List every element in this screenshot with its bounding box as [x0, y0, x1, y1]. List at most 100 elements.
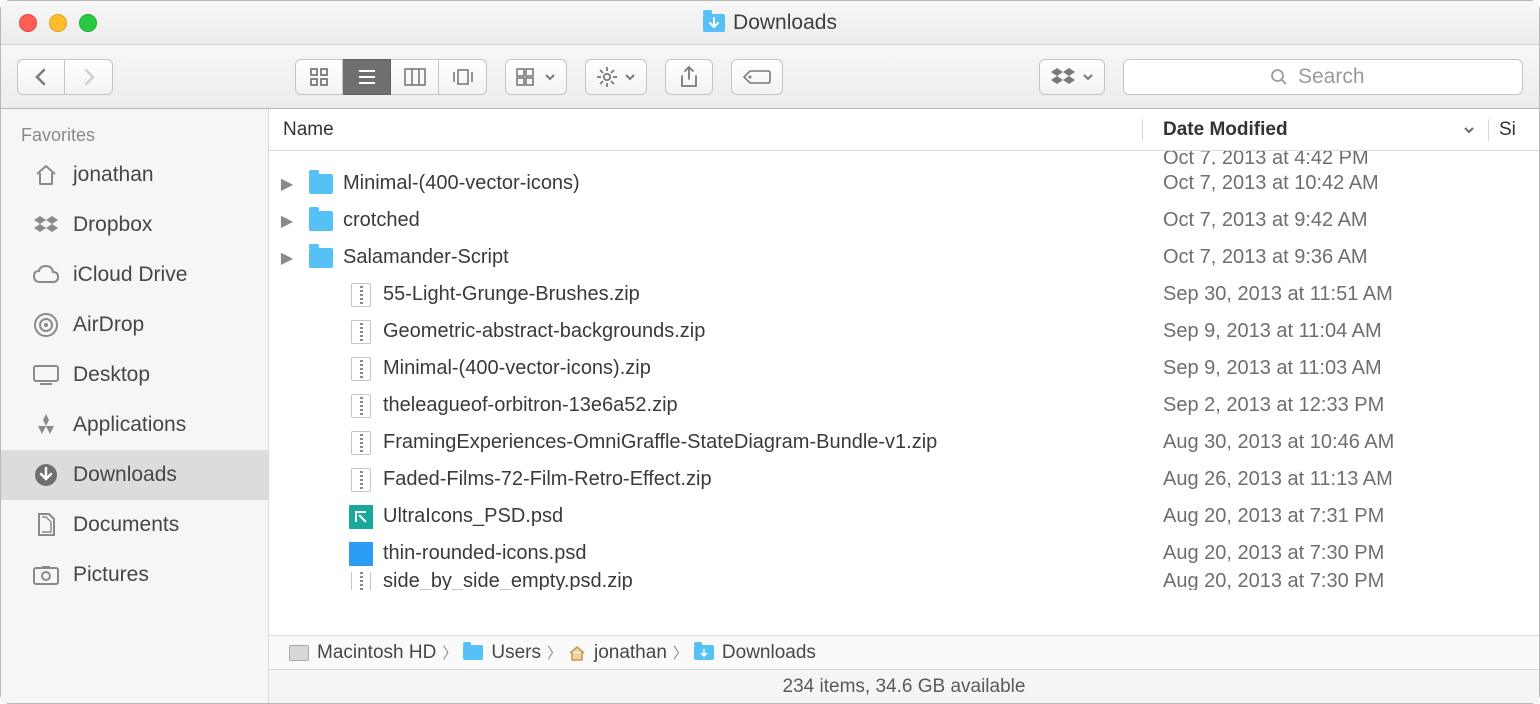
- window-title-text: Downloads: [733, 11, 837, 35]
- path-segment-label: Downloads: [722, 642, 816, 664]
- column-header-name[interactable]: Name: [269, 119, 1143, 141]
- sidebar-item-icloud-drive[interactable]: iCloud Drive: [1, 250, 268, 300]
- search-field[interactable]: [1123, 59, 1523, 95]
- sidebar-item-airdrop[interactable]: AirDrop: [1, 300, 268, 350]
- minimize-window-button[interactable]: [49, 14, 67, 32]
- apps-icon: [31, 410, 61, 440]
- window-title: Downloads: [703, 11, 837, 35]
- fullscreen-window-button[interactable]: [79, 14, 97, 32]
- share-button[interactable]: [665, 59, 713, 95]
- file-name: Salamander-Script: [343, 246, 509, 269]
- downloads-icon: [31, 460, 61, 490]
- toolbar: [1, 45, 1539, 109]
- file-row[interactable]: UltraIcons_PSD.psdAug 20, 2013 at 7:31 P…: [269, 498, 1539, 535]
- view-mode-buttons: [295, 59, 487, 95]
- path-segment[interactable]: jonathan: [568, 642, 667, 664]
- close-window-button[interactable]: [19, 14, 37, 32]
- file-date-modified: Aug 26, 2013 at 11:13 AM: [1143, 468, 1489, 491]
- file-date-modified: Sep 9, 2013 at 11:03 AM: [1143, 357, 1489, 380]
- file-row[interactable]: ▶ Salamander-Script Oct 7, 2013 at 9:36 AM: [269, 239, 1539, 276]
- file-list[interactable]: ▶coffeescript-logoOct 7, 2013 at 4:42 PM…: [269, 151, 1539, 635]
- list-view-button[interactable]: [343, 59, 391, 95]
- file-name: 55-Light-Grunge-Brushes.zip: [383, 283, 640, 306]
- pictures-icon: [31, 560, 61, 590]
- sort-chevron-icon: [1462, 125, 1476, 135]
- sidebar-item-jonathan[interactable]: jonathan: [1, 150, 268, 200]
- column-header-date-modified[interactable]: Date Modified: [1143, 119, 1489, 141]
- path-segment[interactable]: Macintosh HD: [289, 642, 436, 664]
- sidebar-item-dropbox[interactable]: Dropbox: [1, 200, 268, 250]
- tags-button[interactable]: [731, 59, 783, 95]
- file-date-modified: Oct 7, 2013 at 10:42 AM: [1143, 172, 1489, 195]
- home-icon: [568, 645, 586, 661]
- sidebar-item-downloads[interactable]: Downloads: [1, 450, 268, 500]
- sidebar-section-header: Favorites: [1, 117, 268, 150]
- zip-file-icon: [351, 320, 371, 344]
- file-date-modified: Oct 7, 2013 at 9:36 AM: [1143, 246, 1489, 269]
- path-segment-label: jonathan: [594, 642, 667, 664]
- zip-file-icon: [351, 468, 371, 492]
- file-name: Minimal-(400-vector-icons).zip: [383, 357, 651, 380]
- sidebar-item-label: Dropbox: [73, 213, 152, 237]
- arrange-button[interactable]: [505, 59, 567, 95]
- dropbox-button[interactable]: [1039, 59, 1105, 95]
- file-date-modified: Sep 9, 2013 at 11:04 AM: [1143, 320, 1489, 343]
- file-name: FramingExperiences-OmniGraffle-StateDiag…: [383, 431, 937, 454]
- column-view-button[interactable]: [391, 59, 439, 95]
- sidebar: Favorites jonathan Dropbox iCloud Drive Air…: [1, 109, 269, 703]
- search-input[interactable]: [1296, 64, 1376, 90]
- folder-icon: [463, 645, 483, 660]
- file-date-modified: Aug 20, 2013 at 7:30 PM: [1143, 572, 1489, 590]
- sidebar-item-documents[interactable]: Documents: [1, 500, 268, 550]
- downloads-folder-icon: [703, 14, 725, 32]
- disclosure-triangle-icon[interactable]: ▶: [275, 174, 299, 194]
- file-name: side_by_side_empty.psd.zip: [383, 572, 633, 590]
- file-row[interactable]: thin-rounded-icons.psdAug 20, 2013 at 7:…: [269, 535, 1539, 572]
- file-row[interactable]: ▶crotchedOct 7, 2013 at 9:42 AM: [269, 202, 1539, 239]
- column-header-size[interactable]: Si: [1489, 119, 1539, 141]
- back-button[interactable]: [17, 59, 65, 95]
- sidebar-item-desktop[interactable]: Desktop: [1, 350, 268, 400]
- sidebar-item-pictures[interactable]: Pictures: [1, 550, 268, 600]
- sidebar-item-label: iCloud Drive: [73, 263, 187, 287]
- psd-file-icon: [349, 505, 373, 529]
- file-row[interactable]: Minimal-(400-vector-icons).zip Sep 9, 201…: [269, 350, 1539, 387]
- path-separator-icon: 〉: [541, 642, 568, 663]
- folder-icon: [309, 174, 333, 194]
- file-row[interactable]: ▶ Minimal-(400-vector-icons) Oct 7, 2013 a…: [269, 165, 1539, 202]
- file-date-modified: Aug 30, 2013 at 10:46 AM: [1143, 431, 1489, 454]
- icon-view-button[interactable]: [295, 59, 343, 95]
- disclosure-triangle-icon[interactable]: ▶: [275, 248, 299, 268]
- file-name: Minimal-(400-vector-icons): [343, 172, 580, 195]
- nav-buttons: [17, 59, 113, 95]
- file-row[interactable]: Geometric-abstract-backgrounds.zipSep 9,…: [269, 313, 1539, 350]
- folder-icon: [309, 248, 333, 268]
- sidebar-item-applications[interactable]: Applications: [1, 400, 268, 450]
- path-bar: Macintosh HD〉Users〉jonathan〉Downloads: [269, 635, 1539, 669]
- sidebar-item-label: Applications: [73, 413, 186, 437]
- coverflow-view-button[interactable]: [439, 59, 487, 95]
- file-row[interactable]: theleagueof-orbitron-13e6a52.zip Sep 2, 2…: [269, 387, 1539, 424]
- path-segment[interactable]: Downloads: [694, 642, 816, 664]
- file-name: theleagueof-orbitron-13e6a52.zip: [383, 394, 678, 417]
- file-name: UltraIcons_PSD.psd: [383, 505, 563, 528]
- file-row[interactable]: FramingExperiences-OmniGraffle-StateDiag…: [269, 424, 1539, 461]
- action-button[interactable]: [585, 59, 647, 95]
- sidebar-item-label: Pictures: [73, 563, 149, 587]
- file-date-modified: Aug 20, 2013 at 7:30 PM: [1143, 542, 1489, 565]
- disclosure-triangle-icon[interactable]: ▶: [275, 211, 299, 231]
- file-row[interactable]: Faded-Films-72-Film-Retro-Effect.zipAug …: [269, 461, 1539, 498]
- file-date-modified: Sep 2, 2013 at 12:33 PM: [1143, 394, 1489, 417]
- forward-button[interactable]: [65, 59, 113, 95]
- status-bar: 234 items, 34.6 GB available: [269, 669, 1539, 703]
- status-text: 234 items, 34.6 GB available: [783, 676, 1026, 698]
- path-segment-label: Macintosh HD: [317, 642, 436, 664]
- path-segment[interactable]: Users: [463, 642, 541, 664]
- file-row[interactable]: 55-Light-Grunge-Brushes.zipSep 30, 2013 …: [269, 276, 1539, 313]
- search-icon: [1270, 68, 1288, 86]
- desktop-icon: [31, 360, 61, 390]
- file-row[interactable]: ▶coffeescript-logoOct 7, 2013 at 4:42 PM: [269, 151, 1539, 165]
- sidebar-item-label: Downloads: [73, 463, 177, 487]
- file-row[interactable]: side_by_side_empty.psd.zip Aug 20, 2013 a…: [269, 572, 1539, 590]
- file-date-modified: Oct 7, 2013 at 9:42 AM: [1143, 209, 1489, 232]
